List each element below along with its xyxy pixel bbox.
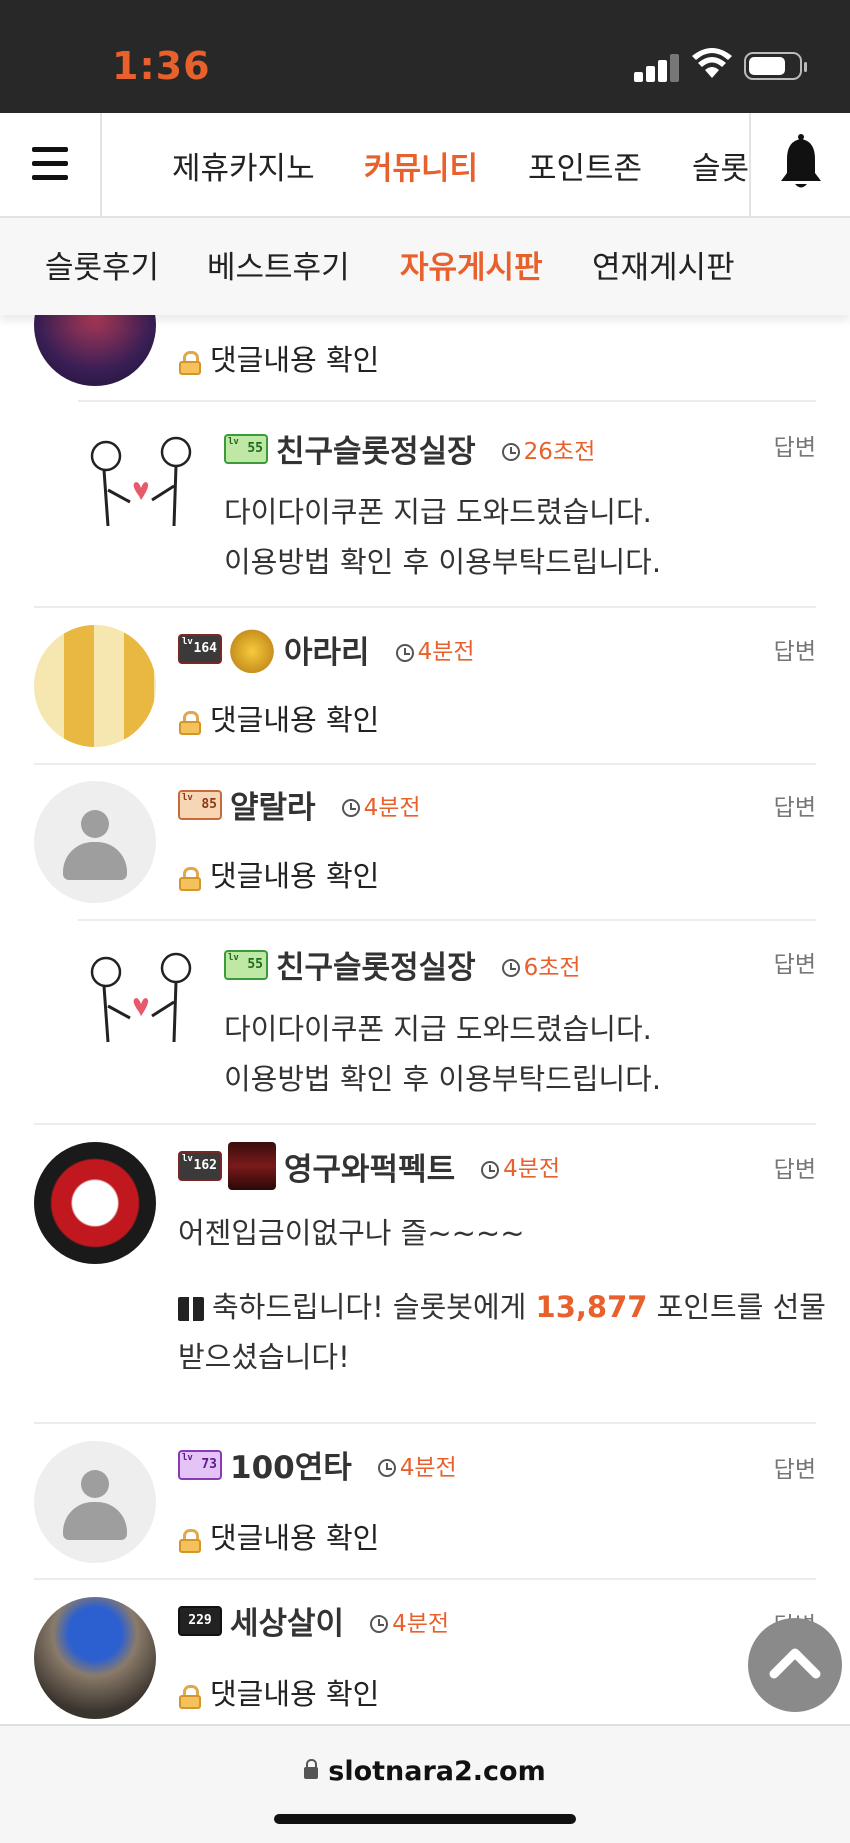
avatar bbox=[78, 426, 200, 548]
comment-time: 4분전 bbox=[363, 794, 421, 821]
locked-comment-text[interactable]: 댓글내용 확인 bbox=[178, 337, 379, 379]
comment-header: lv 73 100연타 4분전 bbox=[178, 1442, 457, 1487]
gift-icon bbox=[178, 1297, 204, 1321]
locked-comment-text[interactable]: 댓글내용 확인 bbox=[178, 697, 379, 739]
status-bar: 1:36 bbox=[0, 0, 850, 113]
clock-icon bbox=[481, 1160, 500, 1179]
comment-time: 4분전 bbox=[399, 1454, 457, 1481]
avatar bbox=[34, 1142, 156, 1264]
chevron-up-icon bbox=[769, 1648, 821, 1679]
comment-time: 4분전 bbox=[392, 1610, 450, 1637]
comment-header: lv 55 친구슬롯정실장 6초전 bbox=[224, 942, 581, 987]
url-display[interactable]: slotnara2.com bbox=[0, 1756, 850, 1787]
level-badge: lv 55 bbox=[224, 433, 268, 464]
clock-icon bbox=[341, 799, 360, 817]
divider bbox=[78, 919, 816, 921]
subtab-free-board[interactable]: 자유게시판 bbox=[400, 242, 543, 287]
nickname[interactable]: 친구슬롯정실장 bbox=[276, 434, 476, 470]
main-nav: 제휴카지노 커뮤니티 포인트존 슬롯 bbox=[0, 113, 850, 218]
clock-icon bbox=[501, 443, 520, 461]
nickname[interactable]: 영구와퍽펙트 bbox=[284, 1152, 455, 1188]
subtab-serial-board[interactable]: 연재게시판 bbox=[592, 242, 735, 287]
level-badge: 229 bbox=[178, 1605, 222, 1636]
divider bbox=[34, 1422, 816, 1424]
comment-header: 229 세상살이 4분전 bbox=[178, 1598, 449, 1643]
clock-icon bbox=[377, 1459, 396, 1477]
nickname[interactable]: 아라리 bbox=[284, 635, 370, 671]
clock-icon bbox=[370, 1615, 389, 1633]
default-user-icon bbox=[63, 810, 127, 880]
nickname[interactable]: 세상살이 bbox=[230, 1606, 344, 1642]
comment-time: 26초전 bbox=[523, 438, 596, 465]
divider bbox=[34, 1123, 816, 1125]
gift-points: 13,877 bbox=[535, 1290, 648, 1324]
clock-icon bbox=[501, 959, 520, 977]
level-badge: lv 85 bbox=[178, 789, 222, 820]
comment-time: 4분전 bbox=[417, 639, 475, 665]
lock-icon bbox=[178, 351, 202, 375]
level-badge: lv 162 bbox=[178, 1151, 222, 1181]
locked-comment-text[interactable]: 댓글내용 확인 bbox=[178, 853, 379, 895]
locked-comment-text[interactable]: 댓글내용 확인 bbox=[178, 1671, 379, 1713]
hamburger-menu-icon[interactable] bbox=[0, 113, 102, 216]
notification-bell-icon[interactable] bbox=[749, 113, 850, 216]
subtab-best-reviews[interactable]: 베스트후기 bbox=[207, 242, 350, 287]
tab-community[interactable]: 커뮤니티 bbox=[364, 143, 478, 188]
reply-button[interactable]: 답변 bbox=[774, 945, 816, 979]
avatar bbox=[34, 781, 156, 903]
comment-body: 다이다이쿠폰 지급 도와드렸습니다. 이용방법 확인 후 이용부탁드립니다. bbox=[224, 1012, 662, 1096]
browser-url-bar[interactable]: slotnara2.com bbox=[0, 1724, 850, 1843]
locked-comment-text[interactable]: 댓글내용 확인 bbox=[178, 1515, 379, 1557]
comment-body: 어젠입금이없구나 즐~~~~ bbox=[178, 1216, 525, 1250]
comment-time: 4분전 bbox=[503, 1156, 561, 1182]
lock-icon bbox=[178, 867, 202, 891]
main-nav-tabs: 제휴카지노 커뮤니티 포인트존 슬롯 bbox=[102, 113, 748, 216]
tab-slot[interactable]: 슬롯 bbox=[692, 143, 748, 188]
level-badge: lv 73 bbox=[178, 1449, 222, 1480]
sub-nav: 슬롯후기 베스트후기 자유게시판 연재게시판 bbox=[0, 218, 850, 315]
level-badge: lv 164 bbox=[178, 634, 222, 664]
lock-icon bbox=[178, 711, 202, 735]
comment-header: lv 164 아라리 4분전 bbox=[178, 625, 475, 673]
nickname[interactable]: 100연타 bbox=[230, 1450, 352, 1486]
level-badge: lv 55 bbox=[224, 949, 268, 980]
battery-icon bbox=[744, 52, 807, 80]
default-user-icon bbox=[63, 1470, 127, 1540]
lock-icon bbox=[178, 1529, 202, 1553]
signal-icon bbox=[634, 52, 684, 82]
comment-body: 다이다이쿠폰 지급 도와드렸습니다. 이용방법 확인 후 이용부탁드립니다. bbox=[224, 495, 662, 579]
reply-button[interactable]: 답변 bbox=[774, 1450, 816, 1484]
avatar bbox=[34, 625, 156, 747]
comment-time: 6초전 bbox=[523, 954, 581, 981]
badge-icon bbox=[228, 1142, 276, 1190]
lock-icon bbox=[178, 1685, 202, 1709]
tab-affiliate-casino[interactable]: 제휴카지노 bbox=[172, 143, 315, 188]
avatar bbox=[78, 942, 200, 1064]
avatar bbox=[34, 1441, 156, 1563]
reply-button[interactable]: 답변 bbox=[774, 1150, 816, 1184]
avatar bbox=[34, 1597, 156, 1719]
divider bbox=[78, 400, 816, 402]
divider bbox=[34, 763, 816, 765]
comment-header: lv 162 영구와퍽펙트 4분전 bbox=[178, 1142, 560, 1190]
clock-icon bbox=[395, 643, 414, 662]
nickname[interactable]: 얄랄라 bbox=[230, 790, 316, 826]
divider bbox=[34, 606, 816, 608]
lock-icon bbox=[304, 1758, 319, 1781]
reply-button[interactable]: 답변 bbox=[774, 632, 816, 666]
comment-header: lv 85 얄랄라 4분전 bbox=[178, 782, 421, 827]
divider bbox=[34, 1578, 816, 1580]
subtab-slot-reviews[interactable]: 슬롯후기 bbox=[45, 242, 159, 287]
home-indicator[interactable] bbox=[274, 1814, 576, 1824]
bell-icon bbox=[228, 625, 276, 673]
reply-button[interactable]: 답변 bbox=[774, 788, 816, 822]
tab-point-zone[interactable]: 포인트존 bbox=[528, 143, 642, 188]
comment-header: lv 55 친구슬롯정실장 26초전 bbox=[224, 426, 595, 471]
reply-button[interactable]: 답변 bbox=[774, 428, 816, 462]
scroll-to-top-button[interactable] bbox=[748, 1618, 842, 1712]
status-time: 1:36 bbox=[112, 44, 211, 88]
gift-notice: 축하드립니다! 슬롯봇에게 13,877 포인트를 선물 받으셨습니다! bbox=[178, 1290, 826, 1374]
nickname[interactable]: 친구슬롯정실장 bbox=[276, 950, 476, 986]
wifi-icon bbox=[692, 48, 732, 78]
